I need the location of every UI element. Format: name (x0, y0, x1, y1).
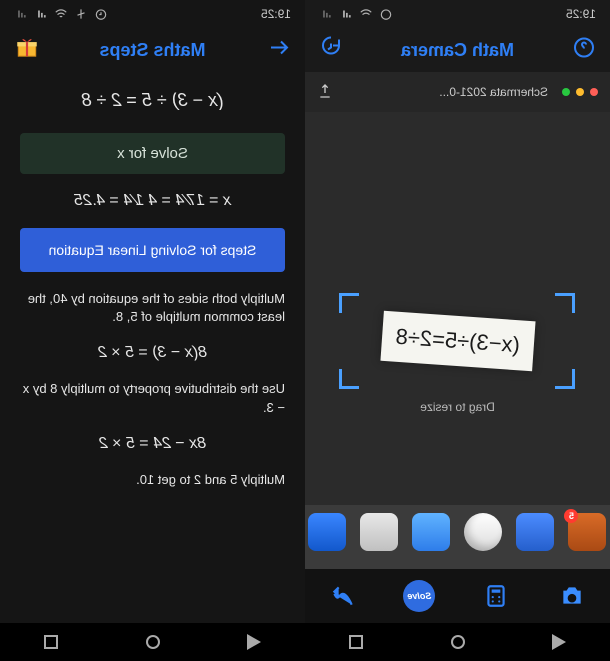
solve-for-button[interactable]: Solve for x (20, 133, 285, 174)
recents-icon[interactable] (349, 635, 363, 649)
back-icon[interactable] (552, 634, 566, 650)
status-time: 19:25 (566, 7, 596, 21)
camera-icon (559, 583, 585, 609)
nav-solve[interactable]: Solve (401, 578, 437, 614)
gift-icon (14, 35, 40, 61)
status-bar: 19:25 (0, 0, 305, 28)
dock-app-icon (309, 513, 347, 551)
home-icon[interactable] (146, 635, 160, 649)
wifi-icon (359, 7, 373, 21)
crop-corner-icon[interactable] (340, 369, 360, 389)
step-1-text: Multiply both sides of the equation by 4… (20, 290, 285, 326)
page-title: Math Camera (401, 40, 514, 61)
signal2-icon (319, 7, 333, 21)
dock-app-icon (361, 513, 399, 551)
app-bar: Maths Steps (0, 28, 305, 72)
alarm-icon (379, 7, 393, 21)
dock-app-icon (413, 513, 451, 551)
nav-calculator[interactable] (478, 578, 514, 614)
step-3-text: Multiply 5 and 2 to get 10. (20, 471, 285, 489)
step-2-equation: 8x − 24 = 5 × 2 (20, 435, 285, 453)
app-bar: Math Camera (305, 28, 610, 72)
status-icons (319, 7, 393, 21)
history-button[interactable] (319, 36, 343, 65)
nav-camera[interactable] (554, 578, 590, 614)
question-circle-icon (572, 36, 596, 60)
arrow-left-icon (267, 36, 291, 60)
crop-corner-icon[interactable] (340, 293, 360, 313)
status-time: 19:25 (261, 7, 291, 21)
solve-bubble-icon: Solve (403, 580, 435, 612)
badge: 5 (565, 509, 579, 523)
alarm-icon (94, 7, 108, 21)
gift-button[interactable] (14, 35, 40, 66)
signal-icon (339, 7, 353, 21)
recents-icon[interactable] (44, 635, 58, 649)
share-icon (317, 83, 333, 102)
status-bar: 19:25 (305, 0, 610, 28)
crop-corner-icon[interactable] (556, 293, 576, 313)
dock-app-icon: 5 (569, 513, 607, 551)
solution-result: x = 17⁄4 = 4 1⁄4 = 4.25 (20, 192, 285, 210)
capture-area[interactable]: (x−3)÷5=2÷8 Drag to resize 5 (305, 112, 610, 569)
step-2-text: Use the distributive property to multipl… (20, 380, 285, 416)
signal-icon (34, 7, 48, 21)
image-preview-bar: Schermata 2021-0... (305, 72, 610, 112)
window-minimize-icon (576, 88, 584, 96)
camera-content: Schermata 2021-0... (x−3)÷5=2÷8 Drag to … (305, 72, 610, 623)
home-icon[interactable] (451, 635, 465, 649)
steps-button[interactable]: Steps for Solving Linear Equation (20, 228, 285, 272)
captured-equation: (x−3)÷5=2÷8 (380, 310, 536, 371)
main-equation: (x − 3) ÷ 5 = 2 ÷ 8 (20, 90, 285, 111)
signal2-icon (14, 7, 28, 21)
shutter-button[interactable] (465, 513, 503, 551)
steps-content: (x − 3) ÷ 5 = 2 ÷ 8 Solve for x x = 17⁄4… (0, 72, 305, 623)
silent-icon (74, 7, 88, 21)
step-1-equation: 8(x − 3) = 5 × 2 (20, 344, 285, 362)
dock-background: 5 (305, 505, 610, 569)
system-nav-bar (0, 623, 305, 661)
back-icon[interactable] (247, 634, 261, 650)
preview-filename: Schermata 2021-0... (439, 85, 548, 99)
dock-app-icon (517, 513, 555, 551)
crop-corner-icon[interactable] (556, 369, 576, 389)
bottom-nav: Solve (305, 569, 610, 623)
page-title: Maths Steps (99, 40, 205, 61)
drag-hint: Drag to resize (420, 400, 495, 414)
calculator-icon (483, 583, 509, 609)
back-button[interactable] (267, 36, 291, 65)
crop-frame[interactable]: (x−3)÷5=2÷8 Drag to resize (343, 296, 573, 386)
system-nav-bar (305, 623, 610, 661)
wifi-icon (54, 7, 68, 21)
status-icons (14, 7, 108, 21)
nav-draw[interactable] (325, 578, 361, 614)
history-icon (319, 36, 343, 60)
draw-icon (330, 583, 356, 609)
help-button[interactable] (572, 36, 596, 65)
window-zoom-icon (562, 88, 570, 96)
window-close-icon (590, 88, 598, 96)
